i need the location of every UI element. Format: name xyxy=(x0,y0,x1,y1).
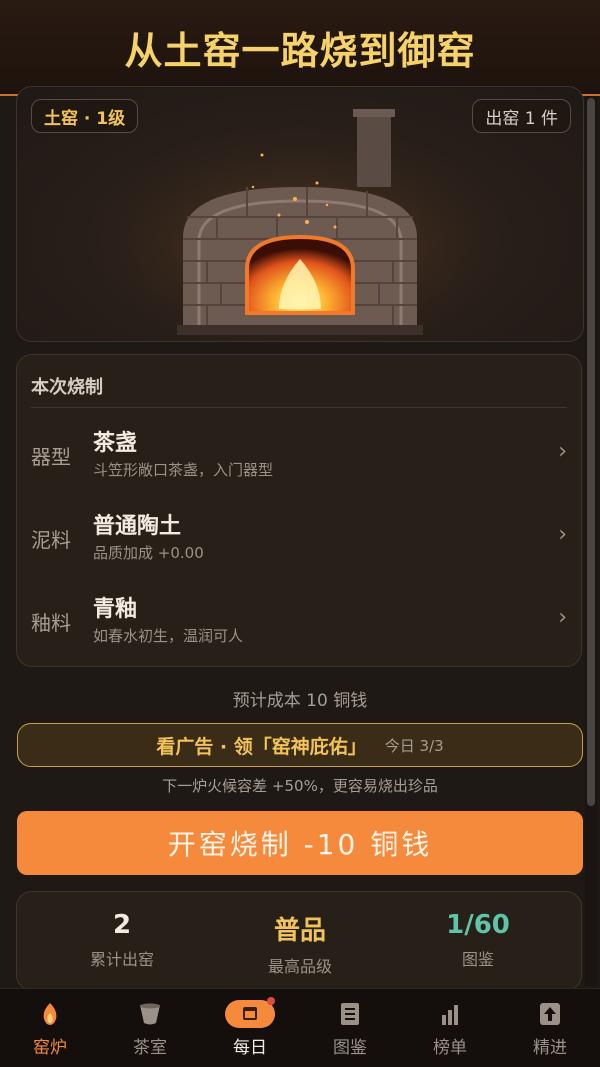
page-title: 从土窑一路烧到御窑 xyxy=(124,28,476,73)
notification-dot xyxy=(267,997,275,1005)
watch-ad-button[interactable]: 看广告 · 领「窑神庇佑」 今日 3/3 xyxy=(17,723,583,767)
divider xyxy=(31,407,567,408)
chevron-right-icon: › xyxy=(558,522,567,547)
stats-card: 2 累计出窑 普品 最高品级 1/60 图鉴 xyxy=(16,891,582,991)
stat-label: 累计出窑 xyxy=(89,950,154,969)
tab-label: 榜单 xyxy=(433,1038,467,1058)
flame-icon xyxy=(43,1003,57,1025)
option-row-clay[interactable]: 泥料 普通陶土 品质加成 +0.00 › xyxy=(17,500,581,570)
tab-tea-room[interactable]: 茶室 xyxy=(100,989,200,1067)
stat-value: 1/60 xyxy=(446,910,510,940)
scrollbar-thumb[interactable] xyxy=(587,98,595,806)
tab-kiln[interactable]: 窑炉 xyxy=(0,989,100,1067)
kiln-level-badge: 土窑 · 1级 xyxy=(31,99,139,133)
tab-upgrade[interactable]: 精进 xyxy=(500,989,600,1067)
firing-options-card: 本次烧制 器型 茶盏 斗笠形敞口茶盏，入门器型 › 泥料 普通陶土 品质加成 +… xyxy=(16,354,582,667)
bottom-tab-bar: 窑炉 茶室 每日 图鉴 榜单 精进 xyxy=(0,988,600,1067)
stat-value: 2 xyxy=(112,910,132,940)
start-firing-button[interactable]: 开窑烧制 -10 铜钱 xyxy=(17,811,583,875)
stat-best-grade: 普品 最高品级 xyxy=(215,910,385,977)
stat-total-fired: 2 累计出窑 xyxy=(37,910,207,970)
stat-value: 普品 xyxy=(273,916,326,946)
option-description: 品质加成 +0.00 xyxy=(93,544,204,562)
bar-chart-icon xyxy=(442,1005,458,1025)
chevron-right-icon: › xyxy=(558,605,567,630)
tab-label: 茶室 xyxy=(133,1038,167,1058)
stat-catalog-progress[interactable]: 1/60 图鉴 xyxy=(393,910,563,970)
tab-leaderboard[interactable]: 榜单 xyxy=(400,989,500,1067)
ad-daily-count: 今日 3/3 xyxy=(384,736,444,755)
option-value: 青釉 xyxy=(93,597,138,622)
output-count-badge: 出窑 1 件 xyxy=(472,99,571,133)
tab-daily[interactable]: 每日 xyxy=(200,989,300,1067)
catalog-icon xyxy=(341,1003,359,1025)
option-value: 普通陶土 xyxy=(93,514,182,539)
ad-button-label: 看广告 · 领「窑神庇佑」 xyxy=(156,735,367,758)
tab-catalog[interactable]: 图鉴 xyxy=(300,989,400,1067)
estimated-cost: 预计成本 10 铜钱 xyxy=(232,691,368,711)
tab-label: 图鉴 xyxy=(333,1038,367,1058)
option-value: 茶盏 xyxy=(93,431,138,456)
option-description: 如春水初生，温润可人 xyxy=(93,627,244,645)
option-label: 泥料 xyxy=(31,528,71,552)
tab-label: 每日 xyxy=(233,1038,267,1058)
calendar-icon xyxy=(225,997,275,1028)
option-row-shape[interactable]: 器型 茶盏 斗笠形敞口茶盏，入门器型 › xyxy=(17,417,581,487)
option-row-glaze[interactable]: 釉料 青釉 如春水初生，温润可人 › xyxy=(17,583,581,653)
tea-cup-icon xyxy=(140,1003,160,1025)
stat-label: 图鉴 xyxy=(461,950,494,969)
tab-label: 窑炉 xyxy=(33,1038,67,1058)
option-description: 斗笠形敞口茶盏，入门器型 xyxy=(93,461,274,479)
chevron-right-icon: › xyxy=(558,439,567,464)
upgrade-icon xyxy=(540,1003,560,1025)
title-banner: 从土窑一路烧到御窑 xyxy=(0,0,600,96)
option-label: 器型 xyxy=(31,445,71,469)
ad-benefit-text: 下一炉火候容差 +50%，更容易烧出珍品 xyxy=(162,777,438,795)
section-title: 本次烧制 xyxy=(31,377,103,398)
stat-label: 最高品级 xyxy=(267,957,332,976)
option-label: 釉料 xyxy=(31,611,71,635)
tab-label: 精进 xyxy=(533,1038,567,1058)
kiln-scene[interactable]: 土窑 · 1级 出窑 1 件 xyxy=(16,86,584,342)
